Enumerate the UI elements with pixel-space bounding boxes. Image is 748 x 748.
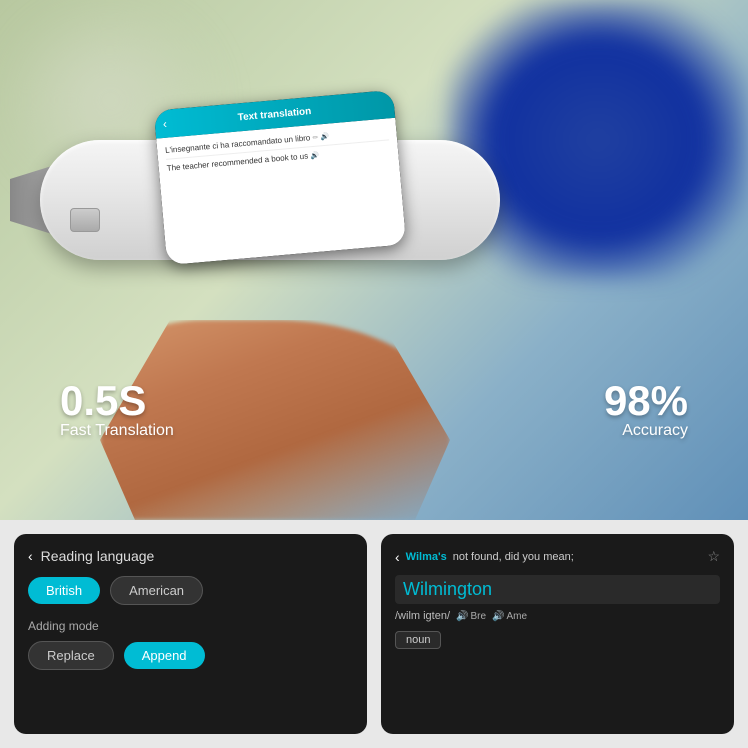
speaker-icon-2: 🔊: [310, 153, 319, 161]
device-screen: ‹ Text translation L'insegnante ci ha ra…: [154, 90, 407, 265]
pen-button: [70, 208, 100, 232]
screen-back-icon: ‹: [162, 117, 167, 131]
stat-accuracy: 98% Accuracy: [604, 380, 688, 440]
panel-left-header: ‹ Reading language: [28, 548, 353, 564]
speed-label: Fast Translation: [60, 422, 174, 440]
panel-left-back-icon[interactable]: ‹: [28, 548, 33, 564]
british-button[interactable]: British: [28, 577, 100, 604]
stat-speed: 0.5S Fast Translation: [60, 380, 174, 440]
part-of-speech-badge: noun: [395, 631, 441, 649]
pen-device: ‹ Text translation L'insegnante ci ha ra…: [40, 80, 540, 340]
mode-options-row: Replace Append: [28, 641, 353, 670]
pencil-icon: ✏: [312, 135, 318, 142]
word-suggestion-panel: ‹ Wilma's not found, did you mean; ☆ Wil…: [381, 534, 734, 734]
accuracy-number: 98%: [604, 380, 688, 422]
panel-right-header: ‹ Wilma's not found, did you mean; ☆: [395, 548, 720, 565]
panel-right-back-icon[interactable]: ‹: [395, 549, 400, 565]
phonetic-text: /wilm igten/: [395, 610, 450, 622]
speaker-icon-1: 🔊: [320, 134, 329, 142]
header-left-group: ‹ Wilma's not found, did you mean;: [395, 549, 574, 565]
replace-button[interactable]: Replace: [28, 641, 114, 670]
star-icon[interactable]: ☆: [707, 548, 720, 565]
speed-number: 0.5S: [60, 380, 174, 422]
append-button[interactable]: Append: [124, 642, 205, 669]
american-speaker-btn[interactable]: 🔊 Ame: [492, 611, 527, 622]
screen-content: L'insegnante ci ha raccomandato un libro…: [156, 118, 406, 265]
searched-word: Wilma's: [406, 551, 447, 563]
reading-language-title: Reading language: [41, 548, 155, 564]
reading-language-panel: ‹ Reading language British American Addi…: [14, 534, 367, 734]
bottom-panels: ‹ Reading language British American Addi…: [0, 520, 748, 748]
accuracy-label: Accuracy: [604, 422, 688, 440]
adding-mode-label: Adding mode: [28, 619, 353, 633]
language-options-row: British American: [28, 576, 353, 605]
british-speaker-btn[interactable]: 🔊 Bre: [456, 611, 486, 622]
not-found-text: not found, did you mean;: [453, 551, 574, 563]
product-image-section: ‹ Text translation L'insegnante ci ha ra…: [0, 0, 748, 520]
pronunciation-row: /wilm igten/ 🔊 Bre 🔊 Ame: [395, 610, 720, 622]
suggestion-word: Wilmington: [395, 575, 720, 604]
american-button[interactable]: American: [110, 576, 203, 605]
screen-title: Text translation: [237, 106, 311, 123]
